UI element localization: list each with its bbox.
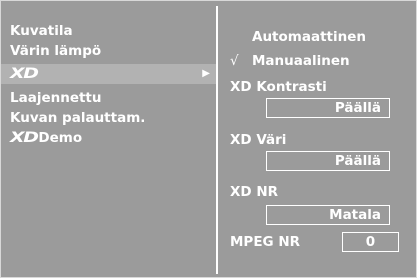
submenu-arrow-icon: ▶	[202, 68, 210, 79]
xd-color-label: XD Väri	[230, 132, 287, 148]
xd-logo-icon: XD	[10, 130, 39, 146]
menu-item-laajennettu[interactable]: Laajennettu	[10, 88, 102, 108]
menu-item-varin-lampo[interactable]: Värin lämpö	[10, 41, 101, 61]
menu-item-label: Kuvan palauttam.	[10, 110, 146, 126]
menu-item-label: Laajennettu	[10, 90, 102, 106]
menu-item-label: Kuvatila	[10, 23, 73, 39]
mpeg-nr-value[interactable]: 0	[342, 232, 399, 252]
xd-contrast-value[interactable]: Päällä	[266, 98, 390, 118]
xd-color-value[interactable]: Päällä	[266, 151, 390, 171]
xd-nr-value[interactable]: Matala	[266, 205, 390, 225]
option-manuaalinen[interactable]: √ Manuaalinen	[230, 51, 350, 71]
xd-logo-icon: XD	[10, 66, 39, 82]
xd-nr-label: XD NR	[230, 184, 279, 200]
option-label: Automaattinen	[252, 29, 366, 45]
option-label: Manuaalinen	[252, 53, 350, 69]
menu-item-label: Demo	[38, 130, 83, 146]
xd-contrast-label: XD Kontrasti	[230, 79, 327, 95]
menu-item-kuvatila[interactable]: Kuvatila	[10, 21, 73, 41]
mpeg-nr-label: MPEG NR	[230, 234, 301, 250]
menu-divider	[216, 6, 218, 274]
menu-item-label: Värin lämpö	[10, 43, 102, 59]
check-mark-icon: √	[230, 53, 239, 69]
option-automaattinen[interactable]: Automaattinen	[252, 27, 366, 47]
menu-item-xd[interactable]: XD ▶	[1, 64, 216, 84]
picture-menu-panel: Kuvatila Värin lämpö XD ▶ Laajennettu Ku…	[0, 0, 417, 278]
menu-item-xd-demo[interactable]: XDDemo	[10, 128, 82, 148]
menu-item-kuvan-palauttam[interactable]: Kuvan palauttam.	[10, 108, 145, 128]
